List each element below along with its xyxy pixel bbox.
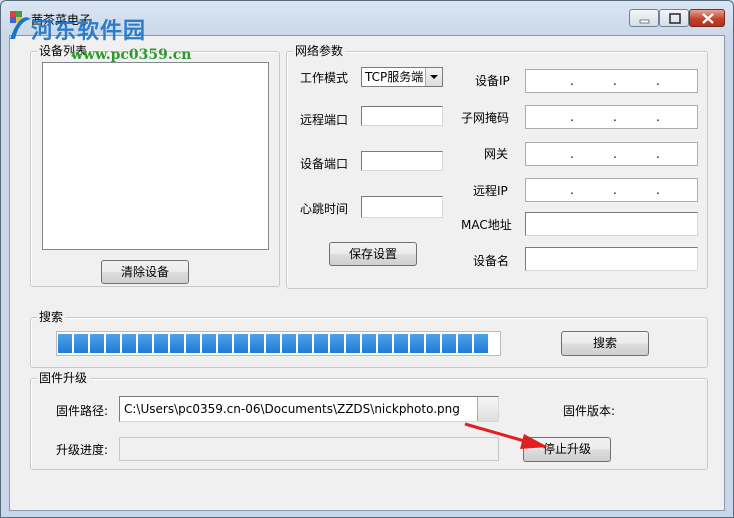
gateway-input[interactable]: . . . <box>525 142 698 166</box>
device-port-input[interactable] <box>361 151 443 171</box>
network-params-group: 网络参数 工作模式 TCP服务端 远程端口 设备端口 心跳时间 保存设置 设备I… <box>286 44 708 289</box>
ip-dot: . <box>656 110 660 124</box>
progress-chunk <box>314 334 328 353</box>
ip-dot: . <box>613 147 617 161</box>
app-window: 茜茶菜电子 设备列表 清除设备 网络参数 工作模式 TCP服务端 远程端口 设备… <box>0 0 734 518</box>
progress-chunk <box>410 334 424 353</box>
device-name-label: 设备名 <box>473 254 510 268</box>
search-button[interactable]: 搜索 <box>561 331 649 356</box>
ip-dot: . <box>656 147 660 161</box>
chevron-down-icon[interactable] <box>425 68 442 86</box>
firmware-path-input[interactable]: C:\Users\pc0359.cn-06\Documents\ZZDS\nic… <box>119 396 499 422</box>
gateway-label: 网关 <box>484 147 509 161</box>
progress-chunk <box>378 334 392 353</box>
progress-chunk <box>138 334 152 353</box>
ip-dot: . <box>613 110 617 124</box>
firmware-group: 固件升级 固件路径: C:\Users\pc0359.cn-06\Documen… <box>30 371 708 470</box>
firmware-version-label: 固件版本: <box>563 404 616 418</box>
progress-chunk <box>330 334 344 353</box>
heartbeat-label: 心跳时间 <box>300 202 349 216</box>
device-name-input[interactable] <box>525 247 698 271</box>
ip-dot: . <box>570 183 574 197</box>
progress-chunk <box>346 334 360 353</box>
minimize-button[interactable] <box>629 9 659 27</box>
progress-chunk <box>394 334 408 353</box>
search-progress-bar <box>56 331 501 356</box>
ip-dot: . <box>656 74 660 88</box>
client-area: 设备列表 清除设备 网络参数 工作模式 TCP服务端 远程端口 设备端口 心跳时… <box>9 35 725 511</box>
progress-chunk <box>362 334 376 353</box>
subnet-mask-label: 子网掩码 <box>461 111 510 125</box>
progress-chunk <box>458 334 472 353</box>
watermark-url: www.pc0359.cn <box>71 47 192 63</box>
device-list-group: 设备列表 清除设备 <box>30 44 280 287</box>
clear-devices-button[interactable]: 清除设备 <box>101 260 189 284</box>
subnet-mask-input[interactable]: . . . <box>525 105 698 129</box>
firmware-title: 固件升级 <box>37 371 90 385</box>
device-listbox[interactable] <box>42 62 269 250</box>
progress-chunk <box>234 334 248 353</box>
firmware-path-label: 固件路径: <box>56 404 109 418</box>
search-group: 搜索 搜索 <box>30 310 708 368</box>
device-ip-input[interactable]: . . . <box>525 69 698 93</box>
watermark-logo-icon <box>10 17 31 39</box>
remote-ip-input[interactable]: . . . <box>525 178 698 202</box>
ip-dot: . <box>570 147 574 161</box>
progress-chunk <box>442 334 456 353</box>
close-icon <box>702 13 714 24</box>
watermark-brand: 河东软件园 <box>31 19 147 44</box>
maximize-button[interactable] <box>659 9 689 27</box>
progress-chunk <box>266 334 280 353</box>
progress-chunk <box>186 334 200 353</box>
progress-chunk <box>250 334 264 353</box>
ip-dot: . <box>613 183 617 197</box>
progress-chunk <box>58 334 72 353</box>
remote-ip-label: 远程IP <box>473 184 508 198</box>
device-ip-label: 设备IP <box>475 74 510 88</box>
red-arrow-icon <box>464 422 548 449</box>
progress-chunk <box>474 334 488 353</box>
progress-chunk <box>170 334 184 353</box>
device-port-label: 设备端口 <box>300 157 349 171</box>
close-button[interactable] <box>689 9 725 27</box>
maximize-icon <box>669 13 681 24</box>
search-title: 搜索 <box>37 310 66 324</box>
ip-dot: . <box>613 74 617 88</box>
ip-dot: . <box>570 110 574 124</box>
progress-chunk <box>154 334 168 353</box>
remote-port-label: 远程端口 <box>300 113 349 127</box>
progress-chunk <box>122 334 136 353</box>
progress-chunk <box>282 334 296 353</box>
work-mode-value: TCP服务端 <box>365 70 424 84</box>
remote-port-input[interactable] <box>361 106 443 126</box>
progress-chunk <box>74 334 88 353</box>
ip-dot: . <box>656 183 660 197</box>
upgrade-progress-label: 升级进度: <box>56 443 109 457</box>
progress-chunk <box>426 334 440 353</box>
progress-chunk <box>202 334 216 353</box>
progress-chunk <box>106 334 120 353</box>
progress-chunk <box>90 334 104 353</box>
save-settings-button[interactable]: 保存设置 <box>329 242 417 266</box>
mac-address-label: MAC地址 <box>461 218 512 232</box>
work-mode-label: 工作模式 <box>300 71 349 85</box>
network-params-title: 网络参数 <box>293 44 346 58</box>
mac-address-input[interactable] <box>525 212 698 236</box>
work-mode-select[interactable]: TCP服务端 <box>361 67 443 87</box>
upgrade-progress-bar <box>119 437 499 461</box>
progress-chunk <box>298 334 312 353</box>
ip-dot: . <box>570 74 574 88</box>
minimize-icon <box>639 19 650 24</box>
heartbeat-input[interactable] <box>361 196 443 218</box>
progress-chunk <box>218 334 232 353</box>
firmware-path-value: C:\Users\pc0359.cn-06\Documents\ZZDS\nic… <box>124 402 460 416</box>
